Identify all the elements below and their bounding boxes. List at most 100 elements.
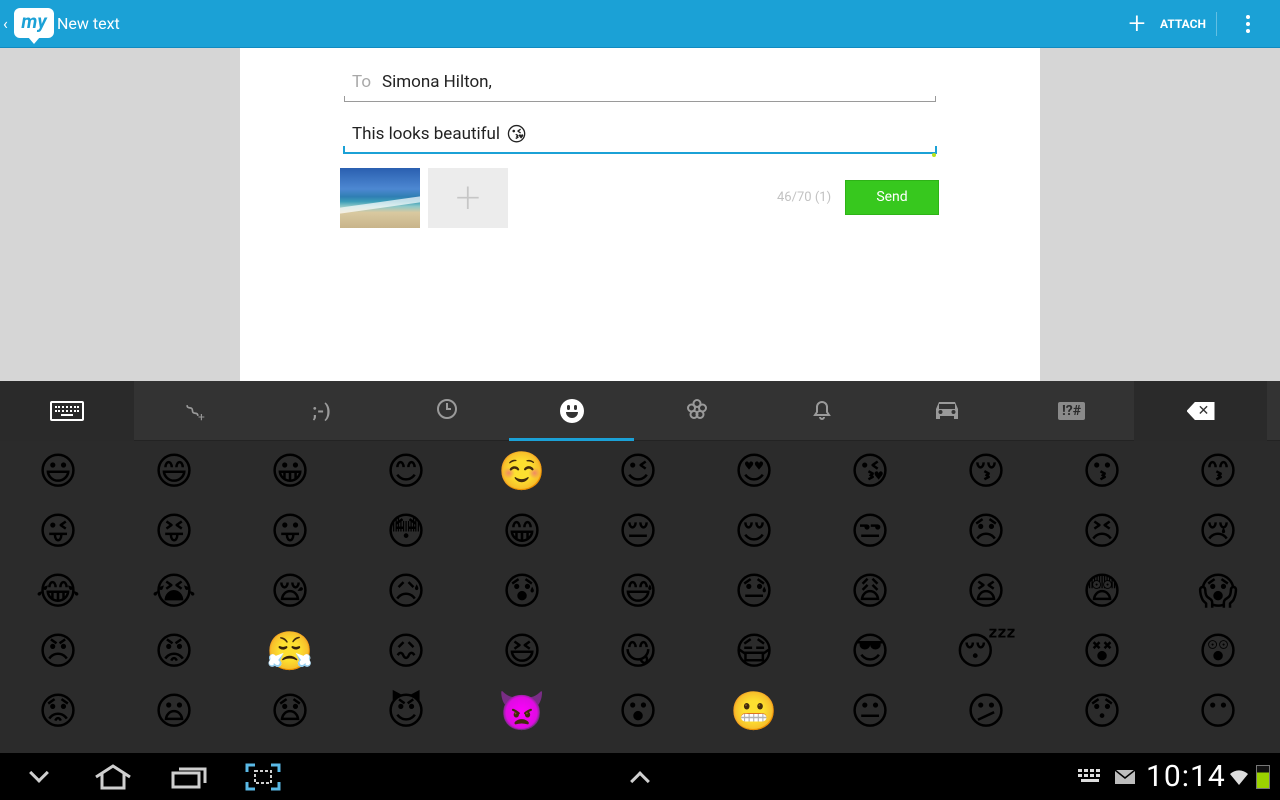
status-clock: 10:14 bbox=[1146, 759, 1226, 794]
emoji-key[interactable]: 😂 bbox=[0, 561, 116, 621]
emoji-grid: 😃 😄 😀 😊 ☺️ 😉 😍 😘 😚 😗 😙 😜 😝 😛 😳 😁 😔 😌 😒 😞 😣 😢 😂 😭 😪 😥 😰 😅 😓 😩 😫 😨 😱 😠 😡 😤 😖 😆 😋… bbox=[0, 441, 1280, 741]
backspace-icon: ✕ bbox=[1186, 402, 1215, 420]
emoji-key[interactable]: 😣 bbox=[1044, 501, 1160, 561]
emoji-key[interactable]: 😝 bbox=[116, 501, 232, 561]
tab-symbols[interactable]: !?# bbox=[1009, 381, 1134, 441]
emoticon-glyph: ;-) bbox=[312, 400, 331, 422]
emoji-key[interactable]: 😅 bbox=[580, 561, 696, 621]
emoji-key[interactable]: 😚 bbox=[928, 441, 1044, 501]
emoji-key[interactable]: 😵 bbox=[1044, 621, 1160, 681]
kissing-heart-emoji: 😘 bbox=[506, 122, 527, 146]
emoji-key[interactable]: 😊 bbox=[348, 441, 464, 501]
emoji-key[interactable]: 😶 bbox=[1160, 681, 1276, 741]
mail-notification-icon bbox=[1114, 753, 1136, 800]
wifi-icon bbox=[1228, 753, 1250, 800]
car-icon bbox=[933, 398, 961, 425]
keyboard-icon bbox=[50, 401, 84, 421]
backspace-key[interactable]: ✕ bbox=[1134, 381, 1267, 441]
message-input[interactable]: This looks beautiful 😘 bbox=[343, 116, 937, 157]
recipient-value: Simona Hilton, bbox=[382, 72, 492, 92]
home-icon[interactable] bbox=[92, 753, 134, 800]
tab-recent[interactable] bbox=[384, 381, 509, 441]
emoji-key[interactable]: 😘 bbox=[812, 441, 928, 501]
emoji-key[interactable]: 😋 bbox=[580, 621, 696, 681]
plus-icon: + bbox=[1128, 6, 1146, 41]
beach-photo-attachment[interactable] bbox=[340, 168, 420, 228]
send-button[interactable]: Send bbox=[845, 180, 939, 215]
tab-nature[interactable] bbox=[634, 381, 759, 441]
expand-up-icon[interactable] bbox=[622, 753, 658, 800]
emoji-key[interactable]: 😄 bbox=[116, 441, 232, 501]
emoji-key[interactable]: 😈 bbox=[348, 681, 464, 741]
emoji-key[interactable]: 😌 bbox=[696, 501, 812, 561]
emoji-key[interactable]: 😭 bbox=[116, 561, 232, 621]
emoji-key[interactable]: 😴 bbox=[928, 621, 1044, 681]
action-bar-divider bbox=[1216, 12, 1217, 36]
cursor-handle[interactable] bbox=[932, 153, 936, 157]
message-text: This looks beautiful bbox=[352, 124, 501, 144]
emoji-key[interactable]: 😖 bbox=[348, 621, 464, 681]
emoji-key[interactable]: 😞 bbox=[928, 501, 1044, 561]
emoji-key[interactable]: 😰 bbox=[464, 561, 580, 621]
emoji-key[interactable]: 😢 bbox=[1160, 501, 1276, 561]
emoji-key[interactable]: 😓 bbox=[696, 561, 812, 621]
emoji-category-tabs: ⌇ + ;-) !?# ✕ bbox=[0, 381, 1280, 441]
emoji-key[interactable]: 😡 bbox=[116, 621, 232, 681]
emoji-key[interactable]: 😧 bbox=[232, 681, 348, 741]
action-bar: ‹ my New text + ATTACH bbox=[0, 0, 1280, 48]
attach-button[interactable]: + ATTACH bbox=[1120, 0, 1216, 48]
attach-label: ATTACH bbox=[1160, 17, 1206, 31]
emoji-key[interactable]: 😬 bbox=[696, 681, 812, 741]
emoji-key[interactable]: 😪 bbox=[232, 561, 348, 621]
emoji-key[interactable]: 😜 bbox=[0, 501, 116, 561]
app-logo[interactable]: my bbox=[14, 8, 54, 44]
emoji-key[interactable]: 😱 bbox=[1160, 561, 1276, 621]
emoji-key[interactable]: 😠 bbox=[0, 621, 116, 681]
tab-attachment[interactable]: ⌇ + bbox=[134, 381, 259, 441]
emoji-key[interactable]: 😦 bbox=[116, 681, 232, 741]
emoji-key[interactable]: 😮 bbox=[580, 681, 696, 741]
emoji-key[interactable]: 😲 bbox=[1160, 621, 1276, 681]
overflow-menu-icon[interactable] bbox=[1236, 12, 1260, 36]
emoji-key[interactable]: 😯 bbox=[1044, 681, 1160, 741]
bell-icon bbox=[811, 397, 833, 426]
tab-smileys[interactable] bbox=[509, 381, 634, 441]
emoji-key[interactable]: 😩 bbox=[812, 561, 928, 621]
emoji-key[interactable]: 😆 bbox=[464, 621, 580, 681]
tab-objects[interactable] bbox=[759, 381, 884, 441]
emoji-key[interactable]: 😐 bbox=[812, 681, 928, 741]
tab-keyboard[interactable] bbox=[0, 381, 134, 441]
emoji-key[interactable]: 😟 bbox=[0, 681, 116, 741]
back-chevron-icon[interactable]: ‹ bbox=[3, 16, 8, 32]
add-attachment-button[interactable]: + bbox=[428, 168, 508, 228]
emoji-key[interactable]: 👿 bbox=[464, 681, 580, 741]
emoji-key[interactable]: 😕 bbox=[928, 681, 1044, 741]
emoji-key[interactable]: 😉 bbox=[580, 441, 696, 501]
emoji-key[interactable]: 😍 bbox=[696, 441, 812, 501]
emoji-key[interactable]: 😔 bbox=[580, 501, 696, 561]
emoji-key[interactable]: 😀 bbox=[232, 441, 348, 501]
emoji-key[interactable]: 😷 bbox=[696, 621, 812, 681]
emoji-key[interactable]: ☺️ bbox=[464, 441, 580, 501]
emoji-key[interactable]: 😫 bbox=[928, 561, 1044, 621]
emoji-key[interactable]: 😒 bbox=[812, 501, 928, 561]
recipient-field[interactable]: To Simona Hilton, bbox=[344, 68, 936, 102]
clock-icon bbox=[436, 398, 458, 425]
emoji-key[interactable]: 😗 bbox=[1044, 441, 1160, 501]
screenshot-icon[interactable] bbox=[244, 753, 282, 800]
emoji-key[interactable]: 😃 bbox=[0, 441, 116, 501]
emoji-key[interactable]: 😨 bbox=[1044, 561, 1160, 621]
emoji-key[interactable]: 😁 bbox=[464, 501, 580, 561]
hide-keyboard-icon[interactable] bbox=[22, 753, 56, 800]
emoji-key[interactable]: 😎 bbox=[812, 621, 928, 681]
emoji-key[interactable]: 😛 bbox=[232, 501, 348, 561]
emoji-key[interactable]: 😳 bbox=[348, 501, 464, 561]
emoji-key[interactable]: 😥 bbox=[348, 561, 464, 621]
tab-places[interactable] bbox=[884, 381, 1009, 441]
recent-apps-icon[interactable] bbox=[170, 753, 208, 800]
emoji-key[interactable]: 😙 bbox=[1160, 441, 1276, 501]
symbols-icon: !?# bbox=[1057, 402, 1086, 420]
to-label: To bbox=[352, 72, 372, 92]
tab-emoticons[interactable]: ;-) bbox=[259, 381, 384, 441]
emoji-key[interactable]: 😤 bbox=[232, 621, 348, 681]
